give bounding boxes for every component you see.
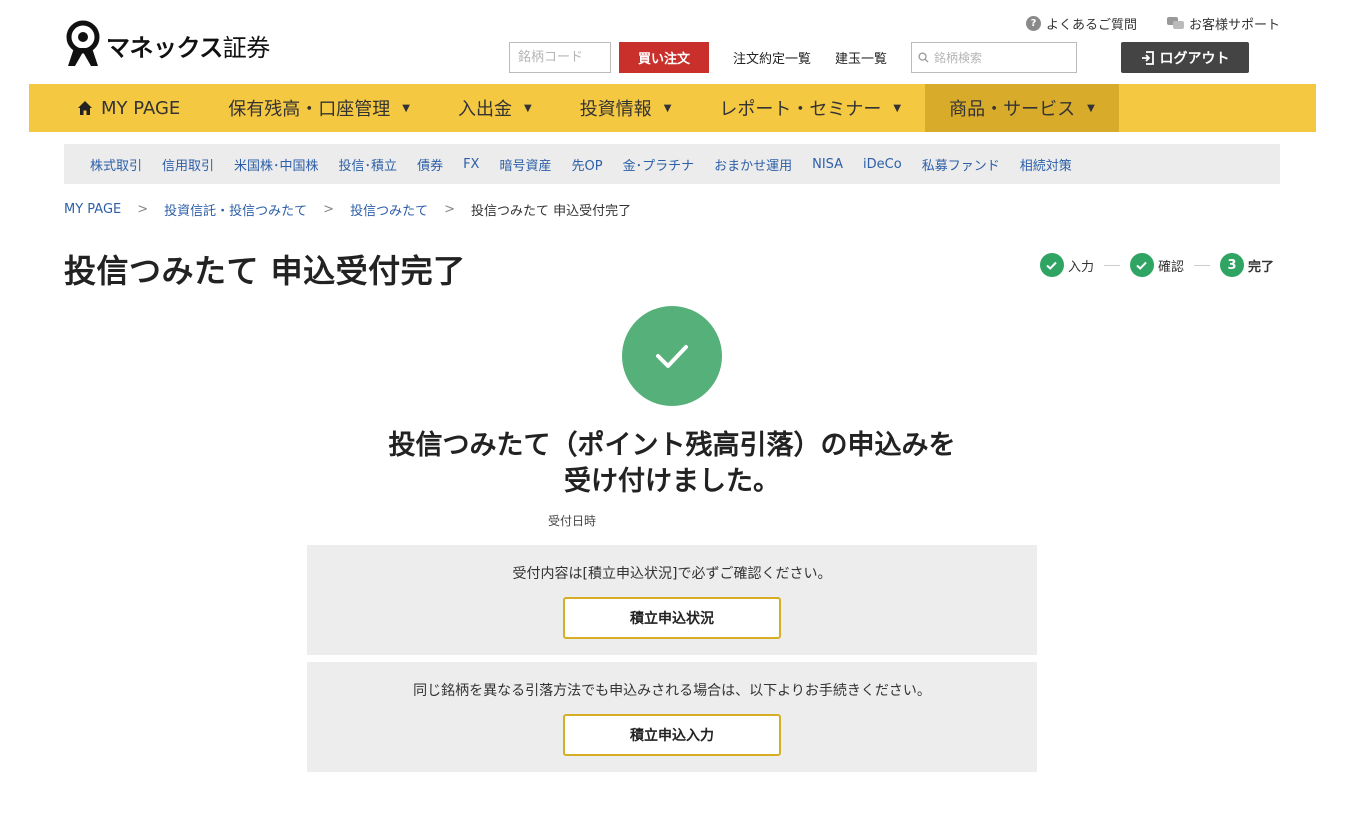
nav-label: MY PAGE [101, 97, 181, 119]
check-icon [1129, 253, 1154, 277]
nav-item-invest-info[interactable]: 投資情報 ▼ [556, 84, 696, 132]
subnav-funds[interactable]: 投信･積立 [339, 155, 398, 174]
monex-logo-icon [66, 20, 100, 66]
subnav-robo[interactable]: おまかせ運用 [714, 155, 792, 174]
caret-down-icon: ▼ [1087, 102, 1095, 114]
progress-steps: 入力 確認 3 完了 [1039, 253, 1274, 277]
breadcrumb-tsumitate[interactable]: 投信つみたて [350, 200, 428, 219]
page-title: 投信つみたて 申込受付完了 [64, 252, 466, 290]
caret-down-icon: ▼ [893, 102, 902, 114]
logo-text: マネックス証券 [106, 33, 270, 62]
nav-label: 商品・サービス [949, 99, 1076, 120]
breadcrumb-separator: > [137, 202, 149, 217]
support-label: お客様サポート [1188, 18, 1280, 33]
logout-button[interactable]: ログアウト [1121, 42, 1250, 73]
subnav-ideco[interactable]: iDeCo [863, 157, 902, 172]
support-icon [1166, 17, 1184, 30]
step-confirm: 確認 [1129, 253, 1184, 277]
home-icon [78, 101, 92, 115]
success-message: 投信つみたて（ポイント残高引落）の申込みを 受け付けました。 [300, 428, 1044, 500]
step-label: 確認 [1157, 259, 1184, 275]
search-icon [918, 52, 929, 63]
faq-label: よくあるご質問 [1045, 18, 1137, 33]
subnav-nisa[interactable]: NISA [812, 157, 843, 172]
subnav-inheritance[interactable]: 相続対策 [1020, 155, 1072, 174]
main-nav: MY PAGE 保有残高・口座管理 ▼ 入出金 ▼ 投資情報 ▼ レポート・セミナー ▼… [29, 84, 1316, 132]
nav-label: 入出金 [457, 99, 512, 120]
logout-icon [1141, 50, 1154, 65]
subnav-margin[interactable]: 信用取引 [162, 155, 214, 174]
success-line1: 投信つみたて（ポイント残高引落）の申込みを [388, 430, 956, 461]
breadcrumb-funds[interactable]: 投資信託・投信つみたて [164, 200, 307, 219]
subnav-fx[interactable]: FX [463, 157, 479, 172]
reapply-info-text: 同じ銘柄を異なる引落方法でも申込みされる場合は、以下よりお手続きください。 [413, 683, 931, 699]
subnav-futures[interactable]: 先OP [571, 155, 602, 174]
stock-search-box [911, 42, 1078, 73]
positions-list-link[interactable]: 建玉一覧 [835, 48, 887, 67]
step-number: 3 [1219, 253, 1244, 277]
breadcrumb-mypage[interactable]: MY PAGE [64, 202, 121, 217]
subnav-stocks[interactable]: 株式取引 [90, 155, 142, 174]
stock-search-input[interactable] [934, 50, 1065, 65]
success-line2: 受け付けました。 [564, 466, 780, 497]
nav-label: レポート・セミナー [719, 99, 882, 120]
step-complete: 3 完了 [1219, 253, 1274, 277]
monex-logo[interactable]: マネックス証券 [64, 20, 270, 68]
step-divider [1193, 264, 1210, 266]
breadcrumb: MY PAGE > 投資信託・投信つみたて > 投信つみたて > 投信つみたて … [64, 200, 631, 219]
caret-down-icon: ▼ [523, 102, 532, 114]
check-icon [1039, 253, 1064, 277]
buy-order-button[interactable]: 買い注文 [619, 42, 709, 73]
accumulation-status-button[interactable]: 積立申込状況 [563, 597, 781, 639]
sub-nav: 株式取引 信用取引 米国株･中国株 投信･積立 債券 FX 暗号資産 先OP 金… [64, 144, 1280, 184]
support-link[interactable]: お客様サポート [1166, 14, 1280, 33]
subnav-bonds[interactable]: 債券 [417, 155, 443, 174]
step-label: 完了 [1247, 259, 1274, 275]
step-label: 入力 [1067, 259, 1094, 275]
nav-item-reports[interactable]: レポート・セミナー ▼ [695, 84, 925, 132]
subnav-gold[interactable]: 金･プラチナ [623, 155, 695, 174]
step-input: 入力 [1039, 253, 1094, 277]
subnav-private-fund[interactable]: 私募ファンド [922, 155, 1000, 174]
nav-item-products[interactable]: 商品・サービス ▼ [925, 84, 1119, 132]
faq-link[interactable]: ? よくあるご質問 [1025, 14, 1137, 33]
nav-label: 保有残高・口座管理 [228, 99, 391, 120]
caret-down-icon: ▼ [402, 102, 410, 114]
nav-item-holdings[interactable]: 保有残高・口座管理 ▼ [204, 84, 434, 132]
step-divider [1103, 264, 1120, 266]
utility-links: ? よくあるご質問 お客様サポート [1025, 14, 1280, 33]
stock-code-input[interactable] [509, 42, 611, 73]
nav-item-deposit[interactable]: 入出金 ▼ [434, 84, 556, 132]
logout-label: ログアウト [1159, 50, 1230, 67]
subnav-crypto[interactable]: 暗号資産 [499, 155, 551, 174]
breadcrumb-separator: > [323, 202, 335, 217]
accumulation-input-button[interactable]: 積立申込入力 [563, 714, 781, 756]
nav-item-mypage[interactable]: MY PAGE [53, 84, 204, 132]
question-icon: ? [1025, 16, 1041, 31]
nav-label: 投資情報 [579, 99, 652, 120]
header-toolbar: 買い注文 注文約定一覧 建玉一覧 ログアウト [509, 42, 1250, 73]
success-check-icon [622, 306, 722, 406]
caret-down-icon: ▼ [663, 102, 672, 114]
breadcrumb-separator: > [444, 202, 455, 217]
order-list-link[interactable]: 注文約定一覧 [733, 48, 811, 67]
status-info-box: 受付内容は[積立申込状況]で必ずご確認ください。 積立申込状況 [307, 545, 1037, 655]
reapply-info-box: 同じ銘柄を異なる引落方法でも申込みされる場合は、以下よりお手続きください。 積立… [307, 662, 1037, 772]
subnav-us-china[interactable]: 米国株･中国株 [234, 155, 319, 174]
breadcrumb-current: 投信つみたて 申込受付完了 [471, 204, 632, 219]
status-info-text: 受付内容は[積立申込状況]で必ずご確認ください。 [512, 566, 832, 582]
received-datetime-label: 受付日時 [548, 514, 597, 528]
